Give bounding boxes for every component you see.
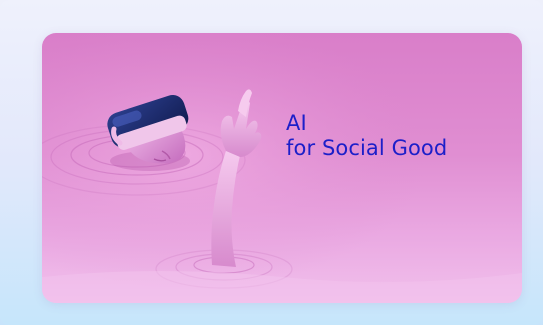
hero-title: AI for Social Good xyxy=(286,111,447,161)
hero-title-line-1: AI xyxy=(286,111,307,135)
vr-person-in-liquid-image xyxy=(42,33,522,303)
hero-card[interactable]: AI for Social Good xyxy=(42,33,522,303)
hero-title-line-2: for Social Good xyxy=(286,136,448,160)
